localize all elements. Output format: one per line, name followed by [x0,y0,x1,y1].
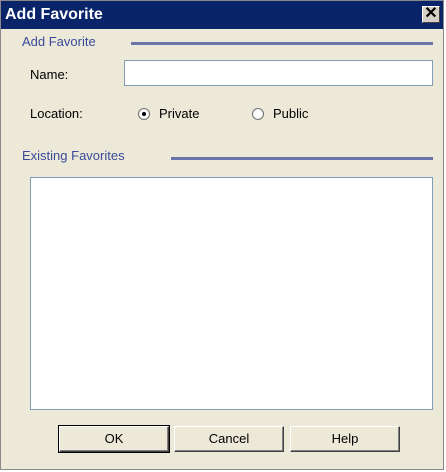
close-button[interactable]: ✕ [422,6,440,23]
name-label: Name: [30,67,69,82]
radio-label-public: Public [273,106,309,121]
existing-favorites-group-divider [171,157,433,160]
cancel-button[interactable]: Cancel [174,426,284,452]
help-button[interactable]: Help [290,426,400,452]
name-input[interactable] [124,60,433,86]
ok-button[interactable]: OK [58,425,170,453]
location-label: Location: [30,106,83,121]
add-favorite-group-divider [131,42,433,45]
dialog-title: Add Favorite [5,6,103,23]
radio-icon [138,108,150,120]
existing-favorites-list[interactable] [30,177,433,410]
close-icon: ✕ [424,5,438,22]
title-bar: Add Favorite ✕ [1,1,443,29]
add-favorite-dialog: Add Favorite ✕ Add Favorite Name: Locati… [0,0,444,470]
radio-label-private: Private [159,106,200,121]
add-favorite-group-title: Add Favorite [22,34,102,49]
radio-icon [252,108,264,120]
existing-favorites-group-title: Existing Favorites [22,148,131,163]
